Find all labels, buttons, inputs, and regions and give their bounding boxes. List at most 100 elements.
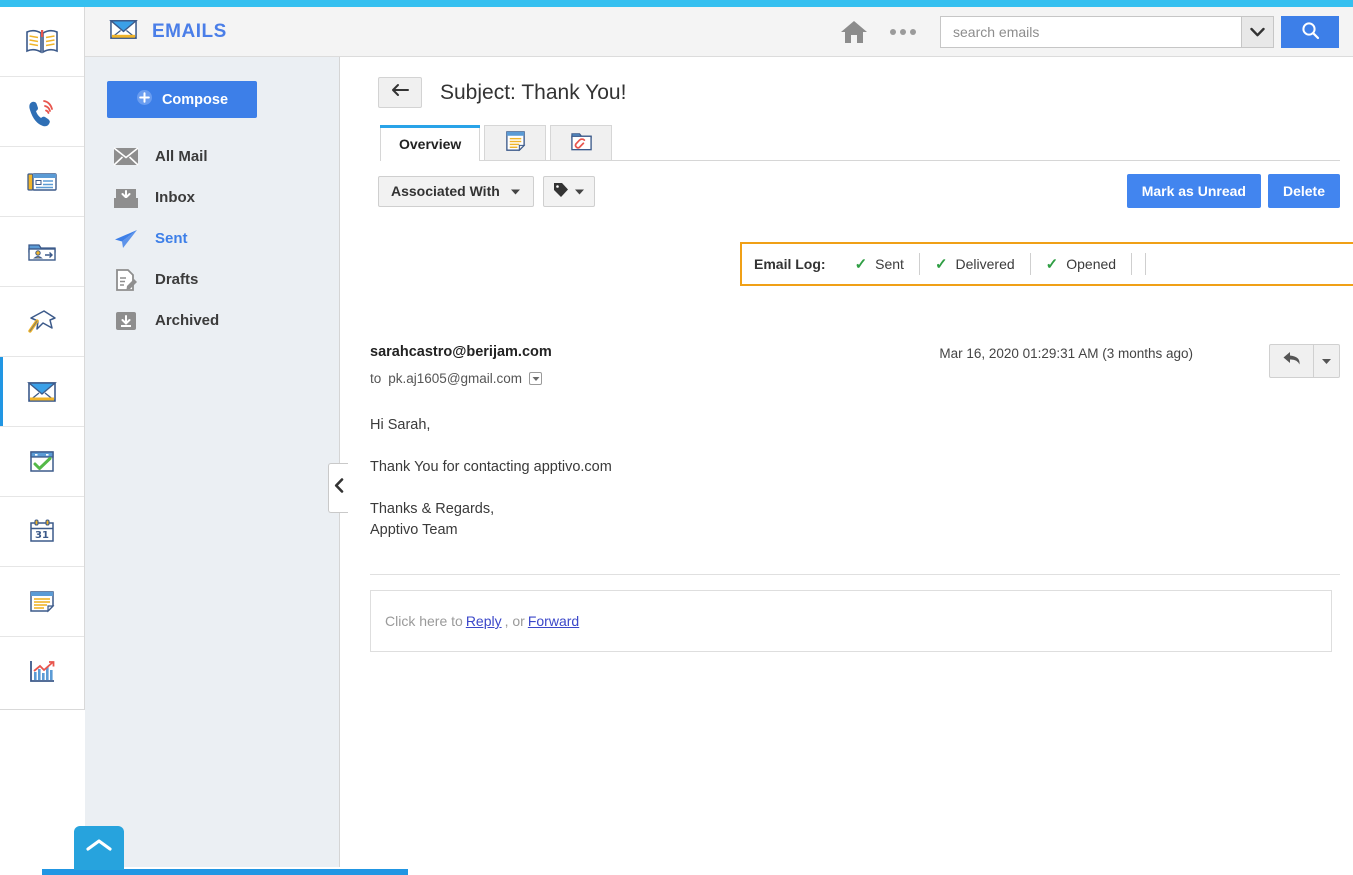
notes-icon xyxy=(25,587,59,617)
sidebar-item-label: Inbox xyxy=(155,189,195,206)
mark-as-unread-button[interactable]: Mark as Unread xyxy=(1126,174,1261,208)
tag-dropdown[interactable] xyxy=(542,175,595,207)
tab-notes[interactable] xyxy=(484,125,547,160)
page-title: EMAILS xyxy=(152,20,227,42)
reply-prompt-separator: , or xyxy=(504,613,525,629)
status-badge-sent[interactable]: ✓ Sent xyxy=(840,253,920,275)
archive-box-icon xyxy=(113,310,139,332)
envelope-icon xyxy=(25,378,59,406)
tab-attachments[interactable] xyxy=(550,125,613,160)
recipient-prefix: to xyxy=(370,371,382,386)
reply-button[interactable] xyxy=(1269,344,1314,378)
sidebar-item-label: Sent xyxy=(155,230,188,247)
check-icon: ✓ xyxy=(1045,256,1059,273)
recipient-address: pk.aj1605@gmail.com xyxy=(388,371,523,386)
sidebar-item-label: Drafts xyxy=(155,271,199,288)
log-divider xyxy=(1132,253,1147,275)
rail-item-notes[interactable] xyxy=(0,567,84,637)
rail-item-calendar[interactable]: 31 xyxy=(0,497,84,567)
top-accent-strip xyxy=(0,0,1353,7)
reply-prompt-box[interactable]: Click here to Reply , or Forward xyxy=(370,590,1332,652)
mail-folder-list: All Mail Inbox Sent Drafts Archived xyxy=(85,136,339,341)
check-icon: ✓ xyxy=(934,256,948,273)
compose-button-label: Compose xyxy=(161,91,229,108)
more-options-icon[interactable] xyxy=(890,28,916,35)
rail-item-emails[interactable] xyxy=(0,357,84,427)
search-area xyxy=(940,15,1339,48)
app-header: EMAILS xyxy=(85,7,1353,57)
email-toolbar: Associated With Mark as Unread Delete xyxy=(378,174,1340,208)
sidebar-item-drafts[interactable]: Drafts xyxy=(85,259,339,300)
rail-item-contacts[interactable] xyxy=(0,217,84,287)
search-button[interactable] xyxy=(1281,15,1339,48)
reply-arrow-icon xyxy=(1282,350,1302,372)
message-header: sarahcastro@berijam.com to pk.aj1605@gma… xyxy=(370,309,1340,386)
header-brand: EMAILS xyxy=(107,16,227,48)
rail-item-reports[interactable] xyxy=(0,637,84,707)
inbox-icon xyxy=(113,187,139,209)
check-icon: ✓ xyxy=(854,256,868,273)
app-window: 31 EMAILS search emails Compose All Mail… xyxy=(0,0,1353,875)
message-reply-actions xyxy=(1269,344,1340,378)
chevron-up-icon xyxy=(86,838,112,858)
associated-with-dropdown[interactable]: Associated With xyxy=(378,175,534,207)
phone-ring-icon xyxy=(25,97,59,127)
sidebar-item-archived[interactable]: Archived xyxy=(85,300,339,341)
plus-circle-icon xyxy=(136,89,153,110)
rail-item-leads[interactable] xyxy=(0,287,84,357)
chevron-down-icon xyxy=(574,183,585,199)
status-label: Sent xyxy=(875,256,904,272)
rail-item-tasks[interactable] xyxy=(0,427,84,497)
sidebar-item-sent[interactable]: Sent xyxy=(85,218,339,259)
chevron-down-icon xyxy=(510,183,521,199)
forward-link[interactable]: Forward xyxy=(528,613,579,629)
sidebar-item-label: Archived xyxy=(155,312,220,329)
checked-window-icon xyxy=(25,447,59,477)
chevron-down-icon[interactable] xyxy=(1241,16,1273,47)
message-divider xyxy=(370,574,1340,575)
paper-plane-icon xyxy=(113,228,139,250)
message-timestamp: Mar 16, 2020 01:29:31 AM (3 months ago) xyxy=(939,346,1193,361)
contact-folder-icon xyxy=(25,237,59,267)
recipient-line: to pk.aj1605@gmail.com xyxy=(370,371,552,386)
detail-tabs: Overview xyxy=(380,125,1340,161)
delete-button[interactable]: Delete xyxy=(1267,174,1340,208)
email-message: sarahcastro@berijam.com to pk.aj1605@gma… xyxy=(370,309,1340,652)
rail-item-knowledge-base[interactable] xyxy=(0,7,84,77)
message-participants: sarahcastro@berijam.com to pk.aj1605@gma… xyxy=(370,344,552,386)
footer-expand-button[interactable] xyxy=(74,826,124,870)
message-body: Hi Sarah, Thank You for contacting appti… xyxy=(370,415,1340,541)
status-badge-opened[interactable]: ✓ Opened xyxy=(1031,253,1133,275)
envelope-icon xyxy=(107,16,140,48)
status-label: Opened xyxy=(1066,256,1117,272)
reply-more-dropdown[interactable] xyxy=(1314,344,1340,378)
rail-item-calls[interactable] xyxy=(0,77,84,147)
rail-item-cases[interactable] xyxy=(0,147,84,217)
mail-nav-panel: Compose All Mail Inbox Sent Drafts Archi… xyxy=(85,57,340,867)
email-detail-pane: Subject: Thank You! Overview Associated … xyxy=(340,57,1353,875)
reply-link[interactable]: Reply xyxy=(466,613,502,629)
sidebar-item-all-mail[interactable]: All Mail xyxy=(85,136,339,177)
associated-with-label: Associated With xyxy=(391,183,500,199)
back-button[interactable] xyxy=(378,77,422,108)
calendar-31-icon: 31 xyxy=(25,517,59,547)
email-log-bar: Email Log: ✓ Sent ✓ Delivered ✓ Opened xyxy=(740,242,1353,286)
status-badge-delivered[interactable]: ✓ Delivered xyxy=(920,253,1031,275)
subject-row: Subject: Thank You! xyxy=(340,57,1353,108)
compose-button[interactable]: Compose xyxy=(107,81,257,118)
arrow-left-icon xyxy=(390,83,410,102)
sidebar-item-inbox[interactable]: Inbox xyxy=(85,177,339,218)
pushpin-icon xyxy=(25,307,59,337)
search-input[interactable] xyxy=(941,16,1241,47)
chevron-left-icon xyxy=(334,478,344,498)
chart-icon xyxy=(25,657,59,687)
status-label: Delivered xyxy=(955,256,1015,272)
email-subject: Subject: Thank You! xyxy=(440,80,627,104)
recipient-details-toggle[interactable] xyxy=(529,372,543,385)
home-icon[interactable] xyxy=(840,19,868,45)
panel-collapse-handle[interactable] xyxy=(328,463,348,513)
tab-overview[interactable]: Overview xyxy=(380,125,481,161)
email-log-title: Email Log: xyxy=(754,256,826,272)
app-rail: 31 xyxy=(0,7,85,710)
draft-pencil-icon xyxy=(113,268,139,291)
